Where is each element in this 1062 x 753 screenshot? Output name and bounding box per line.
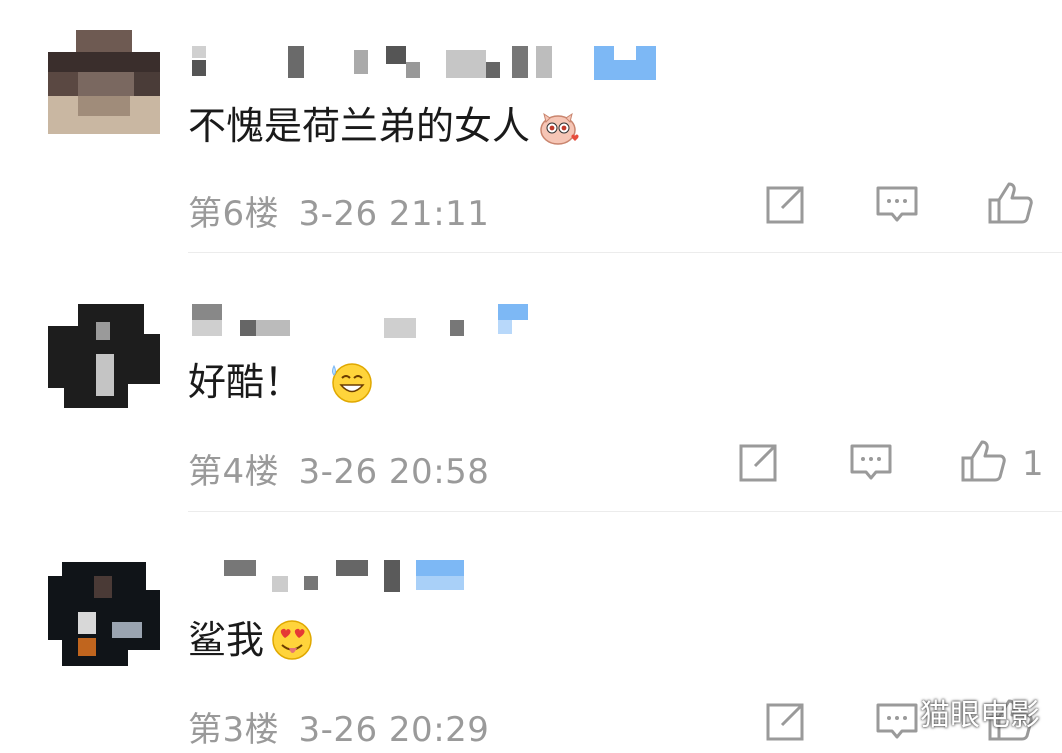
comment-body: 不愧是荷兰弟的女人 xyxy=(188,104,580,148)
piglet-love-emoji xyxy=(540,112,579,145)
comment-body: 鲨我 xyxy=(188,618,314,662)
like-count: 1 xyxy=(1022,444,1044,484)
like-icon[interactable] xyxy=(958,436,1008,486)
heart-eyes-tongue-emoji xyxy=(272,620,312,660)
comment-meta: 第3楼 3-26 20:29 xyxy=(188,702,489,751)
avatar[interactable] xyxy=(48,562,160,666)
comment-body: 好酷！ xyxy=(188,360,374,404)
nickname-blurred[interactable] xyxy=(188,46,668,80)
like-icon[interactable] xyxy=(985,178,1035,228)
share-icon[interactable] xyxy=(760,697,810,747)
comment-meta: 第6楼 3-26 21:11 xyxy=(188,186,489,235)
floor-label: 第6楼 xyxy=(188,194,280,234)
divider xyxy=(188,511,1062,512)
grin-sweat-emoji xyxy=(332,363,372,403)
divider xyxy=(188,252,1062,253)
avatar[interactable] xyxy=(48,30,160,134)
nickname-blurred[interactable] xyxy=(188,304,668,338)
share-icon[interactable] xyxy=(733,438,783,488)
reply-icon[interactable] xyxy=(872,180,922,230)
floor-label: 第4楼 xyxy=(188,452,280,492)
share-icon[interactable] xyxy=(760,180,810,230)
reply-icon[interactable] xyxy=(846,438,896,488)
floor-label: 第3楼 xyxy=(188,710,280,750)
comment-text: 不愧是荷兰弟的女人 xyxy=(188,104,531,148)
comment-text: 好酷！ xyxy=(188,360,303,404)
timestamp: 3-26 21:11 xyxy=(298,194,490,234)
watermark: 猫眼电影 xyxy=(920,698,1040,733)
nickname-blurred[interactable] xyxy=(188,560,668,592)
comment-text: 鲨我 xyxy=(188,618,265,662)
timestamp: 3-26 20:58 xyxy=(298,452,490,492)
avatar[interactable] xyxy=(48,304,160,408)
comment-meta: 第4楼 3-26 20:58 xyxy=(188,444,489,493)
reply-icon[interactable] xyxy=(872,697,922,747)
timestamp: 3-26 20:29 xyxy=(298,710,490,750)
